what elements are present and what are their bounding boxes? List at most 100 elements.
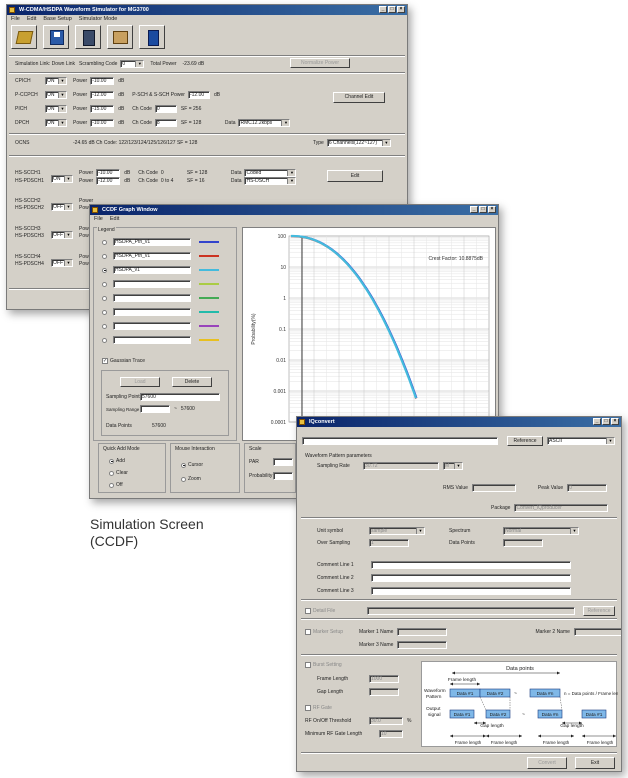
channel-state-select[interactable]: ON bbox=[45, 91, 67, 99]
quick-add-off[interactable]: Off bbox=[109, 482, 123, 488]
minimize-button[interactable]: _ bbox=[379, 6, 387, 13]
channel-extra-field[interactable]: 8 bbox=[154, 119, 177, 127]
channel-power-field[interactable]: -12.00 bbox=[90, 91, 115, 99]
save-button[interactable] bbox=[43, 25, 69, 49]
exit-button[interactable]: Exit bbox=[575, 757, 615, 769]
channel-state-select[interactable]: ON bbox=[45, 105, 67, 113]
legend-file-field[interactable]: HSDPA_Ptn_v1 bbox=[113, 252, 191, 260]
legend-radio[interactable] bbox=[102, 267, 107, 273]
hs-power-field[interactable]: -12.00 bbox=[96, 177, 121, 185]
frame-length-field[interactable]: 1000 bbox=[369, 675, 399, 683]
iq-data-points-field[interactable] bbox=[503, 539, 543, 547]
over-sampling-field[interactable]: 1 bbox=[369, 539, 409, 547]
menu-edit[interactable]: Edit bbox=[27, 15, 36, 23]
gaussian-trace-checkbox[interactable]: ✓ bbox=[102, 358, 108, 364]
legend-file-field[interactable] bbox=[113, 280, 191, 288]
sampling-range-start[interactable] bbox=[140, 405, 170, 413]
marker1-field[interactable] bbox=[397, 628, 448, 636]
unit-symbol-select[interactable]: sample bbox=[369, 527, 425, 535]
legend-file-field[interactable] bbox=[113, 336, 191, 344]
legend-file-field[interactable]: HSDPA_v1 bbox=[113, 266, 191, 274]
sampling-rate-unit[interactable]: M bbox=[443, 462, 463, 470]
gaussian-trace[interactable]: ✓ Gaussian Trace bbox=[102, 358, 145, 364]
rf-gate-checkbox[interactable] bbox=[305, 705, 311, 711]
ccdf-menu-file[interactable]: File bbox=[94, 215, 103, 223]
comment3-field[interactable] bbox=[371, 587, 571, 595]
iq-minimize-button[interactable]: _ bbox=[593, 418, 601, 425]
legend-radio[interactable] bbox=[102, 281, 107, 287]
convert-button[interactable]: Convert bbox=[527, 757, 567, 769]
menu-base-setup[interactable]: Base Setup bbox=[43, 15, 71, 23]
scrambling-code-field[interactable]: 0 bbox=[120, 60, 145, 68]
ccdf-close-button[interactable]: × bbox=[488, 206, 496, 213]
iq-close-button[interactable]: × bbox=[611, 418, 619, 425]
legend-radio[interactable] bbox=[102, 309, 107, 315]
hs-power-field[interactable]: -10.00 bbox=[96, 169, 121, 177]
marker3-field[interactable] bbox=[397, 641, 448, 649]
burst-checkbox[interactable] bbox=[305, 662, 311, 668]
package-field[interactable]: Convert_IQproducer bbox=[514, 504, 609, 512]
file-path-field[interactable] bbox=[302, 437, 498, 445]
ccdf-minimize-button[interactable]: _ bbox=[470, 206, 478, 213]
quick-add-off-radio[interactable] bbox=[109, 482, 114, 488]
load-button[interactable]: Load bbox=[120, 377, 160, 387]
ccdf-graph[interactable]: 100 10 1 0.1 0.01 0.001 0.0001 Probability(%) Cr… bbox=[242, 227, 496, 441]
calculator-button[interactable] bbox=[75, 25, 101, 49]
hs-data-select[interactable]: HS-DSCH bbox=[244, 177, 297, 185]
spectrum-select[interactable]: Normal bbox=[503, 527, 579, 535]
channel-extra-field[interactable]: -12.00 bbox=[187, 91, 210, 99]
gap-length-field[interactable] bbox=[369, 688, 399, 696]
legend-file-field[interactable] bbox=[113, 294, 191, 302]
edit-button[interactable]: Edit bbox=[327, 170, 383, 182]
export-button[interactable] bbox=[139, 25, 165, 49]
reference-button[interactable]: Reference bbox=[507, 436, 543, 446]
menu-file[interactable]: File bbox=[11, 15, 20, 23]
detail-file-field[interactable] bbox=[367, 607, 575, 615]
peak-field[interactable]: 0 bbox=[567, 484, 608, 492]
comment1-field[interactable] bbox=[371, 561, 571, 569]
detail-file-checkbox[interactable] bbox=[305, 608, 311, 614]
mouse-zoom-radio[interactable] bbox=[181, 476, 186, 482]
ccdf-menu-edit[interactable]: Edit bbox=[110, 215, 119, 223]
channel-data-select[interactable]: RMC12.2kbps bbox=[238, 119, 291, 127]
channel-extra-field[interactable]: 0 bbox=[154, 105, 177, 113]
legend-file-field[interactable] bbox=[113, 322, 191, 330]
channel-power-field[interactable]: -10.00 bbox=[90, 119, 115, 127]
quick-add-add-radio[interactable] bbox=[109, 458, 114, 464]
quick-add-add[interactable]: Add bbox=[109, 458, 125, 464]
scale-probability-field[interactable] bbox=[273, 472, 293, 480]
quick-add-clear[interactable]: Clear bbox=[109, 470, 128, 476]
hs-data-select[interactable]: Coded bbox=[244, 169, 297, 177]
close-button[interactable]: × bbox=[397, 6, 405, 13]
legend-radio[interactable] bbox=[102, 323, 107, 329]
legend-radio[interactable] bbox=[102, 239, 107, 245]
comment2-field[interactable] bbox=[371, 574, 571, 582]
channel-power-field[interactable]: -15.00 bbox=[90, 105, 115, 113]
mouse-cursor-radio[interactable] bbox=[181, 462, 186, 468]
quick-add-clear-radio[interactable] bbox=[109, 470, 114, 476]
rf-threshold-field[interactable]: 30.0 bbox=[369, 717, 403, 725]
delete-button[interactable]: Delete bbox=[172, 377, 212, 387]
ccdf-plot[interactable]: 100 10 1 0.1 0.01 0.001 0.0001 Probability(%) Cr… bbox=[243, 228, 497, 442]
legend-radio[interactable] bbox=[102, 253, 107, 259]
sampling-rate-field[interactable]: 30.72 bbox=[363, 462, 439, 470]
legend-file-field[interactable] bbox=[113, 308, 191, 316]
detail-reference-button[interactable]: Reference bbox=[583, 606, 615, 616]
channel-state-select[interactable]: ON bbox=[45, 119, 67, 127]
marker2-field[interactable] bbox=[573, 628, 621, 636]
ccdf-maximize-button[interactable]: □ bbox=[479, 206, 487, 213]
channel-power-field[interactable]: -10.00 bbox=[90, 77, 115, 85]
iq-maximize-button[interactable]: □ bbox=[602, 418, 610, 425]
channel-edit-button[interactable]: Channel Edit bbox=[333, 92, 385, 103]
legend-file-field[interactable]: HSDPA_Ptn_v1 bbox=[113, 238, 191, 246]
format-select[interactable]: ASCII bbox=[547, 437, 615, 445]
scale-par-field[interactable] bbox=[273, 458, 293, 466]
ocns-type-select[interactable]: 6 Channels(122~127) bbox=[326, 139, 391, 147]
legend-radio[interactable] bbox=[102, 295, 107, 301]
legend-radio[interactable] bbox=[102, 337, 107, 343]
min-gate-field[interactable]: 10 bbox=[379, 730, 403, 738]
maximize-button[interactable]: □ bbox=[388, 6, 396, 13]
sampling-points-field[interactable]: 57600 bbox=[140, 393, 220, 401]
open-button[interactable] bbox=[11, 25, 37, 49]
marker-checkbox[interactable] bbox=[305, 629, 311, 635]
